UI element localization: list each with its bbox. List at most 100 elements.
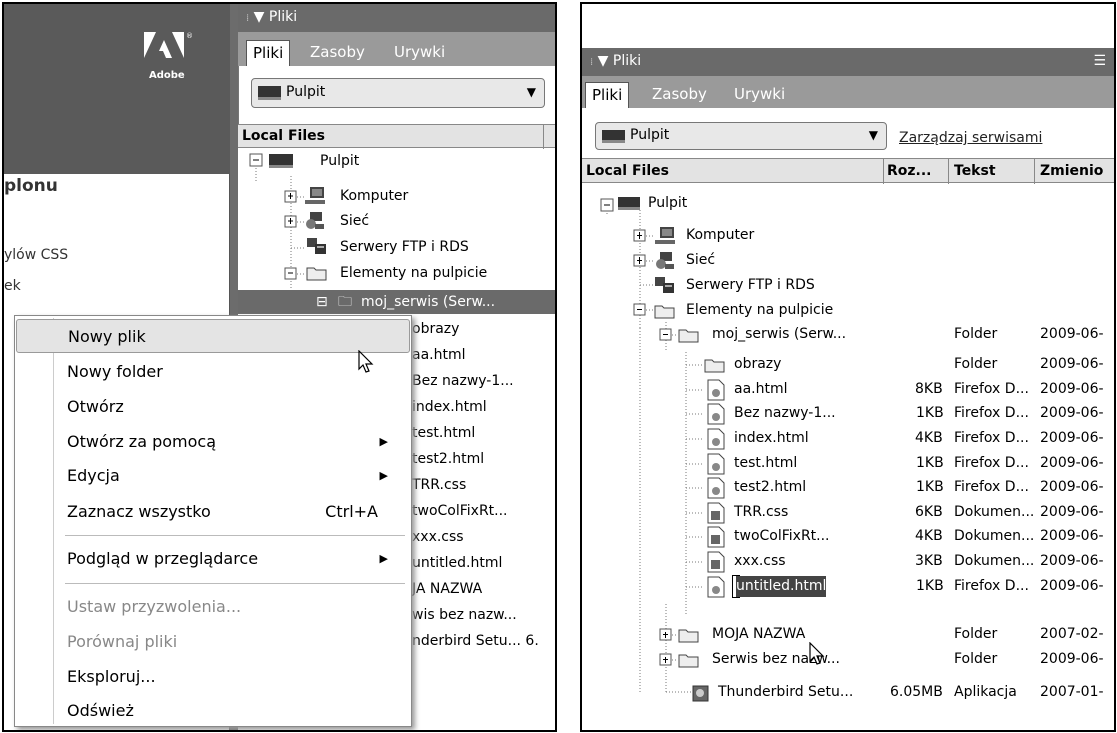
row-name: aa.html <box>734 381 788 397</box>
table-row[interactable]: moj_serwis (Serw... Folder 2009-06- <box>582 322 1114 347</box>
collapse-toggle-icon[interactable]: ⊟ <box>316 290 328 314</box>
menu-item-select-all[interactable]: Zaznacz wszystko Ctrl+A <box>16 495 410 529</box>
table-row[interactable]: Bez nazwy-1... 1KB Firefox D... 2009-06- <box>582 401 1114 426</box>
menu-item-label: Ustaw przyzwolenia... <box>67 597 242 616</box>
html-file-icon <box>707 576 725 598</box>
row-date: 2009-06- <box>1040 356 1104 372</box>
menu-item-open-with[interactable]: Otwórz za pomocą ▶ <box>16 425 410 459</box>
menu-item-label: Podgląd w przeglądarce <box>67 549 259 568</box>
list-item[interactable]: wis bez nazw... <box>412 603 517 628</box>
table-row[interactable]: TRR.css 6KB Dokumen... 2009-06- <box>582 500 1114 525</box>
row-type: Firefox D... <box>954 405 1029 421</box>
table-row[interactable]: Pulpit <box>582 191 1114 216</box>
row-date: 2009-06- <box>1040 455 1104 471</box>
list-item[interactable]: Bez nazwy-1... <box>412 369 514 394</box>
list-item[interactable]: obrazy <box>412 317 459 342</box>
menu-shortcut: Ctrl+A <box>325 502 378 521</box>
tree-item-desktop-items[interactable]: Elementy na pulpicie <box>340 261 487 286</box>
list-item[interactable]: test2.html <box>412 447 484 472</box>
menu-item-label: Otwórz za pomocą <box>67 432 217 451</box>
rename-input-text: untitled.html <box>736 576 827 597</box>
folder-icon <box>704 359 725 373</box>
row-type: Dokumen... <box>954 528 1035 544</box>
tree-item-network[interactable]: Sieć <box>340 209 369 234</box>
table-row[interactable]: Thunderbird Setu... 6.05MB Aplikacja 200… <box>582 680 1114 705</box>
row-name: Sieć <box>686 252 716 268</box>
list-item[interactable]: aa.html <box>412 343 466 368</box>
menu-item-explore[interactable]: Eksploruj... <box>16 660 410 694</box>
list-item[interactable]: JA NAZWA <box>412 577 482 602</box>
list-item[interactable]: test.html <box>412 421 475 446</box>
table-row[interactable]: Serwery FTP i RDS <box>582 273 1114 298</box>
menu-item-set-permissions[interactable]: Ustaw przyzwolenia... <box>16 590 410 624</box>
row-name: Komputer <box>686 227 755 243</box>
menu-item-edit[interactable]: Edycja ▶ <box>16 459 410 493</box>
row-name: obrazy <box>734 356 782 372</box>
row-name: Elementy na pulpicie <box>686 302 834 318</box>
menu-item-new-folder[interactable]: Nowy folder <box>16 355 410 389</box>
submenu-arrow-icon: ▶ <box>379 552 388 565</box>
row-type: Firefox D... <box>954 455 1029 471</box>
css-file-icon <box>707 502 725 524</box>
table-row[interactable]: aa.html 8KB Firefox D... 2009-06- <box>582 377 1114 402</box>
folder-icon <box>306 267 327 281</box>
table-row[interactable]: obrazy Folder 2009-06- <box>582 352 1114 377</box>
rename-input[interactable]: untitled.html <box>732 575 827 598</box>
submenu-arrow-icon: ▶ <box>379 435 388 448</box>
list-item[interactable]: xxx.css <box>412 525 464 550</box>
row-date: 2009-06- <box>1040 405 1104 421</box>
menu-item-label: Otwórz <box>67 397 124 416</box>
menu-separator <box>65 535 405 536</box>
html-file-icon <box>707 477 725 499</box>
row-name: test2.html <box>734 479 807 495</box>
table-row[interactable]: test.html 1KB Firefox D... 2009-06- <box>582 451 1114 476</box>
menu-item-label: Odśwież <box>67 701 134 720</box>
row-date: 2009-06- <box>1040 651 1104 667</box>
table-row[interactable]: Sieć <box>582 248 1114 273</box>
table-row[interactable]: Elementy na pulpicie <box>582 298 1114 323</box>
desktop-icon <box>618 197 640 210</box>
menu-item-label: Nowy plik <box>68 327 146 346</box>
row-date: 2009-06- <box>1040 326 1104 342</box>
list-item[interactable]: TRR.css <box>412 473 466 498</box>
row-size: 1KB <box>916 455 944 471</box>
tree-item-ftp[interactable]: Serwery FTP i RDS <box>340 235 469 260</box>
row-name: Bez nazwy-1... <box>734 405 836 421</box>
menu-item-open[interactable]: Otwórz <box>16 390 410 424</box>
row-date: 2007-01- <box>1040 684 1104 700</box>
table-row[interactable]: untitled.html 1KB Firefox D... 2009-06- <box>582 574 1114 599</box>
table-row[interactable]: xxx.css 3KB Dokumen... 2009-06- <box>582 549 1114 574</box>
table-row[interactable]: Serwis bez nazw... Folder 2009-06- <box>582 647 1114 672</box>
menu-item-new-file[interactable]: Nowy plik <box>16 319 410 353</box>
installer-icon <box>692 685 709 702</box>
mouse-cursor-icon <box>809 642 825 665</box>
computer-icon <box>655 227 675 244</box>
row-type: Dokumen... <box>954 504 1035 520</box>
table-row[interactable]: test2.html 1KB Firefox D... 2009-06- <box>582 475 1114 500</box>
menu-item-preview-in-browser[interactable]: Podgląd w przeglądarce ▶ <box>16 542 410 576</box>
network-icon <box>306 212 324 229</box>
table-row[interactable]: Komputer <box>582 223 1114 248</box>
tree-item-desktop[interactable]: Pulpit <box>320 149 359 174</box>
list-item[interactable]: nderbird Setu... 6. <box>412 629 539 654</box>
submenu-arrow-icon: ▶ <box>379 469 388 482</box>
list-item[interactable]: index.html <box>412 395 487 420</box>
menu-item-refresh[interactable]: Odśwież <box>16 694 410 728</box>
tree-item-computer[interactable]: Komputer <box>340 184 408 209</box>
row-name: MOJA NAZWA <box>712 626 806 642</box>
selected-site-row[interactable]: ⊟ 🗀 moj_serwis (Serw... <box>238 290 555 314</box>
html-file-icon <box>707 379 725 401</box>
computer-icon <box>305 187 325 204</box>
row-date: 2009-06- <box>1040 430 1104 446</box>
right-screenshot: ⁞ ▼ Pliki ☰ Pliki Zasoby Urywki Pulpit ▼… <box>580 2 1116 732</box>
table-row[interactable]: MOJA NAZWA Folder 2007-02- <box>582 622 1114 647</box>
menu-item-compare-files[interactable]: Porównaj pliki <box>16 625 410 659</box>
folder-icon <box>654 305 675 319</box>
table-row[interactable]: index.html 4KB Firefox D... 2009-06- <box>582 426 1114 451</box>
left-file-list: obrazy aa.html Bez nazwy-1... index.html… <box>412 314 555 730</box>
row-size: 1KB <box>916 578 944 594</box>
list-item[interactable]: twoColFixRt... <box>412 499 508 524</box>
row-name: Pulpit <box>648 195 688 211</box>
table-row[interactable]: twoColFixRt... 4KB Dokumen... 2009-06- <box>582 524 1114 549</box>
list-item[interactable]: untitled.html <box>412 551 502 576</box>
